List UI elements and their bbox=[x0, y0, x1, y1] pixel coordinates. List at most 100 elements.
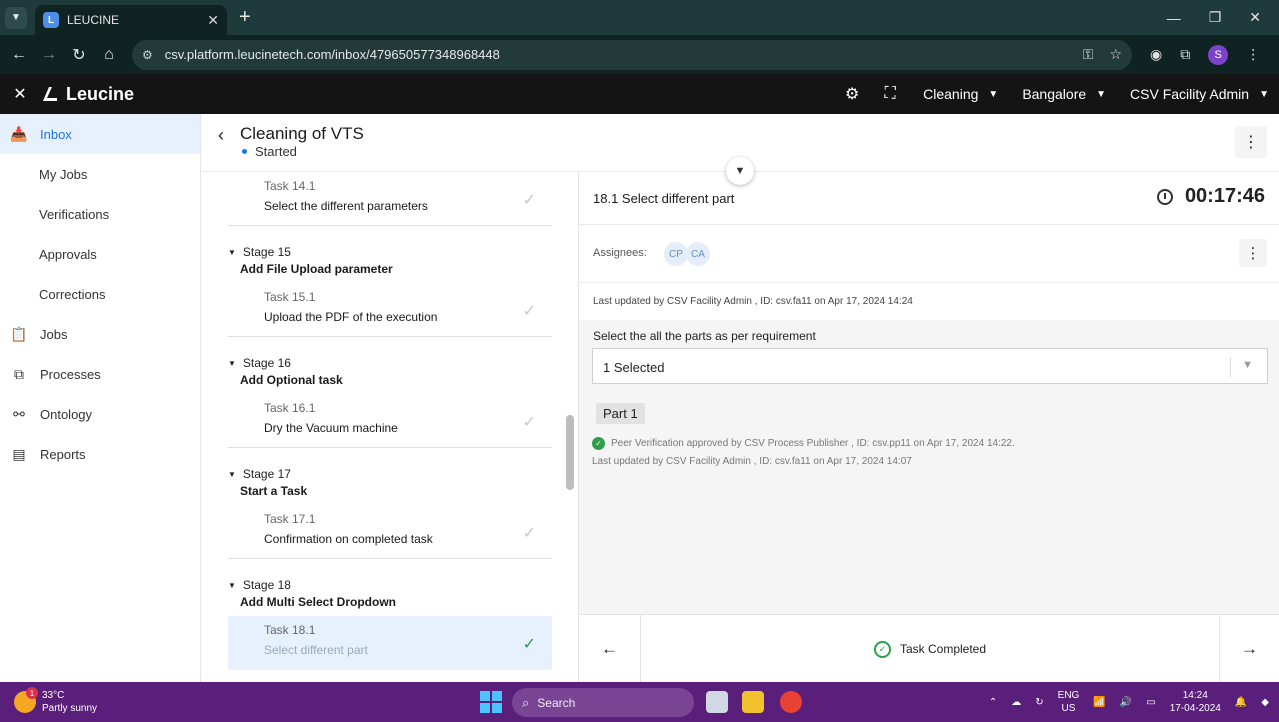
forward-arrow-icon[interactable]: → bbox=[34, 46, 64, 64]
clock[interactable]: 14:24 17-04-2024 bbox=[1170, 689, 1221, 715]
clock-date: 17-04-2024 bbox=[1169, 703, 1221, 714]
task-name: Dry the Vacuum machine bbox=[264, 421, 398, 435]
notification-bell-icon[interactable]: 🔔 bbox=[1235, 697, 1247, 708]
stage-header[interactable]: ▼ Stage 18 Add Multi Select Dropdown bbox=[228, 578, 558, 609]
sidebar-item-reports[interactable]: ▤ Reports bbox=[0, 434, 200, 474]
tab-close-icon[interactable]: ✕ bbox=[207, 12, 219, 29]
new-tab-icon[interactable]: + bbox=[239, 6, 251, 29]
chevron-down-icon[interactable]: ▼ bbox=[1242, 359, 1253, 371]
tab-favicon: L bbox=[43, 12, 59, 28]
scan-icon[interactable]: ⛶ bbox=[871, 85, 909, 103]
check-icon: ✓ bbox=[522, 636, 536, 653]
avatar[interactable]: CP bbox=[664, 242, 688, 266]
maximize-icon[interactable]: ❐ bbox=[1209, 9, 1222, 26]
profile-avatar[interactable]: S bbox=[1208, 44, 1229, 65]
browser-tabbar: ▼ L LEUCINE ✕ + — ❐ ✕ bbox=[0, 0, 1279, 35]
chevron-up-icon[interactable]: ⌃ bbox=[989, 697, 997, 708]
role-dropdown[interactable]: CSV Facility Admin ▼ bbox=[1130, 86, 1269, 102]
url-text: csv.platform.leucinetech.com/inbox/47965… bbox=[164, 47, 500, 62]
previous-task-arrow-icon[interactable]: ← bbox=[579, 615, 641, 683]
task-number: Task 18.1 bbox=[264, 623, 316, 637]
site-info-icon[interactable]: ⚙ bbox=[142, 48, 153, 62]
stage-header[interactable]: ▼ Stage 17 Start a Task bbox=[228, 467, 558, 498]
os-taskbar: 1 33°C Partly sunny ⌕ Search ⌃ ☁ ↻ ENG U… bbox=[0, 682, 1279, 722]
language-indicator[interactable]: ENG US bbox=[1058, 689, 1080, 715]
parameter-label: Select the all the parts as per requirem… bbox=[593, 329, 816, 343]
job-more-menu-icon[interactable]: ⋮ bbox=[1235, 126, 1267, 158]
stage-name: Add Optional task bbox=[240, 373, 343, 387]
task-number: Task 16.1 bbox=[264, 401, 316, 415]
check-icon: ✓ bbox=[522, 525, 536, 542]
check-icon: ✓ bbox=[522, 303, 536, 320]
battery-icon[interactable]: ▭ bbox=[1146, 697, 1155, 708]
weather-widget[interactable]: 1 33°C Partly sunny bbox=[14, 687, 144, 715]
sidebar-item-my-jobs[interactable]: My Jobs bbox=[0, 154, 200, 194]
stage-header[interactable]: ▼ Stage 15 Add File Upload parameter bbox=[228, 245, 558, 276]
extensions-icon[interactable]: ⧉ bbox=[1180, 46, 1190, 63]
task-number: Task 14.1 bbox=[264, 179, 316, 193]
browser-tab[interactable]: L LEUCINE ✕ bbox=[35, 5, 227, 35]
back-chevron-icon[interactable]: ‹ bbox=[218, 125, 224, 146]
next-task-arrow-icon[interactable]: → bbox=[1219, 615, 1279, 683]
password-key-icon[interactable]: ⚿ bbox=[1083, 46, 1094, 63]
facility-dropdown[interactable]: Bangalore ▼ bbox=[1022, 86, 1106, 102]
sync-icon[interactable]: ↻ bbox=[1035, 697, 1043, 708]
wifi-icon[interactable]: 📶 bbox=[1093, 697, 1105, 708]
selected-value: 1 Selected bbox=[603, 360, 665, 375]
task-card[interactable]: Task 15.1 Upload the PDF of the executio… bbox=[228, 283, 552, 337]
weather-text: Partly sunny bbox=[42, 703, 98, 714]
sidebar-item-ontology[interactable]: ⚯ Ontology bbox=[0, 394, 200, 434]
back-arrow-icon[interactable]: ← bbox=[4, 46, 34, 64]
task-list-scrollbar[interactable] bbox=[566, 415, 574, 490]
tab-search-icon[interactable]: ▼ bbox=[5, 6, 27, 29]
task-card[interactable]: Task 17.1 Confirmation on completed task… bbox=[228, 505, 552, 559]
browser-menu-icon[interactable]: ⋮ bbox=[1246, 46, 1260, 63]
reload-icon[interactable]: ↻ bbox=[64, 45, 94, 65]
task-number: Task 15.1 bbox=[264, 290, 316, 304]
close-icon[interactable]: ✕ bbox=[0, 84, 40, 104]
volume-icon[interactable]: 🔊 bbox=[1120, 697, 1132, 708]
copilot-icon[interactable]: ◆ bbox=[1261, 697, 1269, 708]
address-bar[interactable]: ⚙ csv.platform.leucinetech.com/inbox/479… bbox=[132, 39, 1132, 70]
stage-number: Stage 17 bbox=[242, 467, 291, 481]
sidebar-item-verifications[interactable]: Verifications bbox=[0, 194, 200, 234]
settings-gear-icon[interactable]: ⚙ bbox=[833, 84, 871, 104]
camera-icon[interactable]: ◉ bbox=[1150, 46, 1162, 63]
sidebar-item-inbox[interactable]: 📥 Inbox bbox=[0, 114, 200, 154]
process-icon: ⧉ bbox=[14, 365, 24, 382]
job-status: Started bbox=[242, 144, 297, 159]
avatar[interactable]: CA bbox=[686, 242, 710, 266]
collapse-chevron-down-icon[interactable]: ▼ bbox=[726, 157, 754, 185]
task-more-menu-icon[interactable]: ⋮ bbox=[1239, 239, 1267, 267]
stage-header[interactable]: ▼ Stage 16 Add Optional task bbox=[228, 356, 558, 387]
sidebar-item-corrections[interactable]: Corrections bbox=[0, 274, 200, 314]
task-card[interactable]: Task 14.1 Select the different parameter… bbox=[228, 172, 552, 226]
bookmark-star-icon[interactable]: ☆ bbox=[1109, 46, 1122, 63]
cloud-icon[interactable]: ☁ bbox=[1011, 697, 1021, 708]
task-card-selected[interactable]: Task 18.1 Select different part ✓ bbox=[228, 616, 552, 670]
window-close-icon[interactable]: ✕ bbox=[1249, 9, 1261, 26]
chevron-down-icon: ▼ bbox=[1096, 88, 1107, 100]
check-circle-icon: ✓ bbox=[873, 640, 891, 658]
file-explorer-icon[interactable] bbox=[742, 691, 764, 713]
assignees-label: Assignees: bbox=[593, 247, 647, 259]
home-icon[interactable]: ⌂ bbox=[94, 46, 124, 64]
chrome-icon[interactable] bbox=[780, 691, 802, 713]
taskbar-search[interactable]: ⌕ Search bbox=[512, 688, 694, 717]
chevron-down-icon: ▼ bbox=[1259, 88, 1269, 100]
sidebar-item-label: Corrections bbox=[39, 286, 106, 302]
sidebar-item-label: Processes bbox=[40, 366, 101, 382]
sidebar-item-processes[interactable]: ⧉ Processes bbox=[0, 354, 200, 394]
use-case-dropdown[interactable]: Cleaning ▼ bbox=[923, 86, 998, 102]
task-card[interactable]: Task 16.1 Dry the Vacuum machine ✓ bbox=[228, 394, 552, 448]
task-view-icon[interactable] bbox=[706, 691, 728, 713]
job-title: Cleaning of VTS bbox=[240, 124, 364, 143]
windows-start-icon[interactable] bbox=[480, 691, 502, 713]
stage-number: Stage 16 bbox=[242, 356, 291, 370]
minimize-icon[interactable]: — bbox=[1167, 10, 1181, 26]
sidebar-item-approvals[interactable]: Approvals bbox=[0, 234, 200, 274]
facility-label: Bangalore bbox=[1022, 86, 1087, 102]
multi-select-dropdown[interactable]: 1 Selected ▼ bbox=[592, 348, 1268, 384]
sidebar-item-jobs[interactable]: 📋 Jobs bbox=[0, 314, 200, 354]
window-controls: — ❐ ✕ bbox=[1167, 9, 1279, 26]
